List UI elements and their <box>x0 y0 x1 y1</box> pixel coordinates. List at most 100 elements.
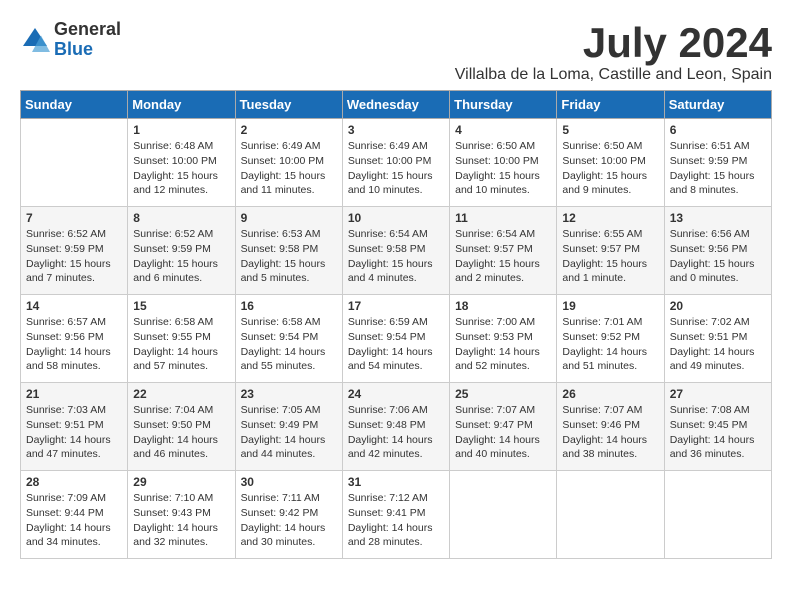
day-number: 4 <box>455 123 551 137</box>
day-number: 25 <box>455 387 551 401</box>
day-header-sunday: Sunday <box>21 91 128 119</box>
calendar-cell: 28Sunrise: 7:09 AM Sunset: 9:44 PM Dayli… <box>21 471 128 559</box>
day-info: Sunrise: 6:52 AM Sunset: 9:59 PM Dayligh… <box>26 227 122 286</box>
calendar-cell: 24 Sunrise: 7:06 AM Sunset: 9:48 PM Dayli… <box>342 383 449 471</box>
title-area: July 2024 Villalba de la Loma, Castille … <box>455 20 772 84</box>
day-number: 9 <box>241 211 337 225</box>
day-info: Sunrise: 7:00 AM Sunset: 9:53 PM Dayligh… <box>455 315 551 374</box>
logo-blue: Blue <box>54 40 121 60</box>
day-number: 2 <box>241 123 337 137</box>
page-header: General Blue July 2024 Villalba de la Lo… <box>20 20 772 84</box>
day-info: Sunrise: 7:06 AM Sunset: 9:48 PM Dayligh… <box>348 403 444 462</box>
day-number: 14 <box>26 299 122 313</box>
day-header-wednesday: Wednesday <box>342 91 449 119</box>
day-number: 1 <box>133 123 229 137</box>
calendar-table: SundayMondayTuesdayWednesdayThursdayFrid… <box>20 90 772 559</box>
day-info: Sunrise: 6:58 AM Sunset: 9:54 PM Dayligh… <box>241 315 337 374</box>
calendar-cell: 8Sunrise: 6:52 AM Sunset: 9:59 PM Daylig… <box>128 207 235 295</box>
calendar-cell: 30 Sunrise: 7:11 AM Sunset: 9:42 PM Dayli… <box>235 471 342 559</box>
day-number: 21 <box>26 387 122 401</box>
day-info: Sunrise: 6:56 AM Sunset: 9:56 PM Dayligh… <box>670 227 766 286</box>
day-info: Sunrise: 7:03 AM Sunset: 9:51 PM Dayligh… <box>26 403 122 462</box>
calendar-cell: 23 Sunrise: 7:05 AM Sunset: 9:49 PM Dayli… <box>235 383 342 471</box>
calendar-cell: 5Sunrise: 6:50 AM Sunset: 10:00 PM Dayli… <box>557 119 664 207</box>
calendar-cell <box>21 119 128 207</box>
calendar-header-row: SundayMondayTuesdayWednesdayThursdayFrid… <box>21 91 772 119</box>
calendar-cell: 20 Sunrise: 7:02 AM Sunset: 9:51 PM Dayli… <box>664 295 771 383</box>
day-number: 19 <box>562 299 658 313</box>
day-number: 30 <box>241 475 337 489</box>
calendar-body: 1 Sunrise: 6:48 AM Sunset: 10:00 PM Dayli… <box>21 119 772 559</box>
calendar-cell: 12 Sunrise: 6:55 AM Sunset: 9:57 PM Dayli… <box>557 207 664 295</box>
logo-icon <box>20 25 50 55</box>
calendar-cell: 15 Sunrise: 6:58 AM Sunset: 9:55 PM Dayli… <box>128 295 235 383</box>
calendar-cell: 18Sunrise: 7:00 AM Sunset: 9:53 PM Dayli… <box>450 295 557 383</box>
calendar-cell <box>450 471 557 559</box>
day-number: 5 <box>562 123 658 137</box>
day-info: Sunrise: 7:07 AM Sunset: 9:47 PM Dayligh… <box>455 403 551 462</box>
calendar-cell: 3 Sunrise: 6:49 AM Sunset: 10:00 PM Dayli… <box>342 119 449 207</box>
day-header-tuesday: Tuesday <box>235 91 342 119</box>
day-number: 27 <box>670 387 766 401</box>
calendar-cell: 10 Sunrise: 6:54 AM Sunset: 9:58 PM Dayli… <box>342 207 449 295</box>
day-number: 23 <box>241 387 337 401</box>
calendar-cell: 14 Sunrise: 6:57 AM Sunset: 9:56 PM Dayli… <box>21 295 128 383</box>
day-header-saturday: Saturday <box>664 91 771 119</box>
day-number: 3 <box>348 123 444 137</box>
day-number: 7 <box>26 211 122 225</box>
calendar-cell: 1 Sunrise: 6:48 AM Sunset: 10:00 PM Dayli… <box>128 119 235 207</box>
calendar-week-row: 1 Sunrise: 6:48 AM Sunset: 10:00 PM Dayli… <box>21 119 772 207</box>
day-info: Sunrise: 6:53 AM Sunset: 9:58 PM Dayligh… <box>241 227 337 286</box>
calendar-cell: 27 Sunrise: 7:08 AM Sunset: 9:45 PM Dayli… <box>664 383 771 471</box>
calendar-cell: 7 Sunrise: 6:52 AM Sunset: 9:59 PM Daylig… <box>21 207 128 295</box>
day-info: Sunrise: 6:57 AM Sunset: 9:56 PM Dayligh… <box>26 315 122 374</box>
day-info: Sunrise: 6:52 AM Sunset: 9:59 PM Dayligh… <box>133 227 229 286</box>
calendar-cell: 26Sunrise: 7:07 AM Sunset: 9:46 PM Dayli… <box>557 383 664 471</box>
day-number: 26 <box>562 387 658 401</box>
calendar-cell: 11Sunrise: 6:54 AM Sunset: 9:57 PM Dayli… <box>450 207 557 295</box>
calendar-cell: 4Sunrise: 6:50 AM Sunset: 10:00 PM Dayli… <box>450 119 557 207</box>
day-info: Sunrise: 6:58 AM Sunset: 9:55 PM Dayligh… <box>133 315 229 374</box>
day-info: Sunrise: 7:04 AM Sunset: 9:50 PM Dayligh… <box>133 403 229 462</box>
calendar-cell: 19Sunrise: 7:01 AM Sunset: 9:52 PM Dayli… <box>557 295 664 383</box>
day-info: Sunrise: 7:02 AM Sunset: 9:51 PM Dayligh… <box>670 315 766 374</box>
calendar-cell: 31Sunrise: 7:12 AM Sunset: 9:41 PM Dayli… <box>342 471 449 559</box>
location: Villalba de la Loma, Castille and Leon, … <box>455 66 772 84</box>
day-number: 10 <box>348 211 444 225</box>
day-header-friday: Friday <box>557 91 664 119</box>
calendar-week-row: 14 Sunrise: 6:57 AM Sunset: 9:56 PM Dayli… <box>21 295 772 383</box>
day-number: 22 <box>133 387 229 401</box>
day-info: Sunrise: 7:11 AM Sunset: 9:42 PM Dayligh… <box>241 491 337 550</box>
day-header-thursday: Thursday <box>450 91 557 119</box>
calendar-cell: 13Sunrise: 6:56 AM Sunset: 9:56 PM Dayli… <box>664 207 771 295</box>
calendar-week-row: 7 Sunrise: 6:52 AM Sunset: 9:59 PM Daylig… <box>21 207 772 295</box>
day-info: Sunrise: 6:54 AM Sunset: 9:58 PM Dayligh… <box>348 227 444 286</box>
calendar-cell <box>664 471 771 559</box>
day-info: Sunrise: 7:10 AM Sunset: 9:43 PM Dayligh… <box>133 491 229 550</box>
logo-general: General <box>54 20 121 40</box>
day-info: Sunrise: 6:54 AM Sunset: 9:57 PM Dayligh… <box>455 227 551 286</box>
calendar-cell: 29Sunrise: 7:10 AM Sunset: 9:43 PM Dayli… <box>128 471 235 559</box>
day-number: 20 <box>670 299 766 313</box>
logo-text: General Blue <box>54 20 121 60</box>
day-info: Sunrise: 6:49 AM Sunset: 10:00 PM Daylig… <box>348 139 444 198</box>
day-info: Sunrise: 7:09 AM Sunset: 9:44 PM Dayligh… <box>26 491 122 550</box>
calendar-cell: 9 Sunrise: 6:53 AM Sunset: 9:58 PM Daylig… <box>235 207 342 295</box>
logo: General Blue <box>20 20 121 60</box>
day-info: Sunrise: 7:05 AM Sunset: 9:49 PM Dayligh… <box>241 403 337 462</box>
day-info: Sunrise: 7:08 AM Sunset: 9:45 PM Dayligh… <box>670 403 766 462</box>
day-header-monday: Monday <box>128 91 235 119</box>
day-number: 24 <box>348 387 444 401</box>
calendar-cell <box>557 471 664 559</box>
calendar-cell: 25 Sunrise: 7:07 AM Sunset: 9:47 PM Dayli… <box>450 383 557 471</box>
day-info: Sunrise: 6:48 AM Sunset: 10:00 PM Daylig… <box>133 139 229 198</box>
day-number: 16 <box>241 299 337 313</box>
day-info: Sunrise: 6:55 AM Sunset: 9:57 PM Dayligh… <box>562 227 658 286</box>
day-info: Sunrise: 7:12 AM Sunset: 9:41 PM Dayligh… <box>348 491 444 550</box>
calendar-week-row: 28Sunrise: 7:09 AM Sunset: 9:44 PM Dayli… <box>21 471 772 559</box>
calendar-cell: 2Sunrise: 6:49 AM Sunset: 10:00 PM Dayli… <box>235 119 342 207</box>
day-number: 12 <box>562 211 658 225</box>
calendar-cell: 6Sunrise: 6:51 AM Sunset: 9:59 PM Daylig… <box>664 119 771 207</box>
calendar-week-row: 21 Sunrise: 7:03 AM Sunset: 9:51 PM Dayli… <box>21 383 772 471</box>
day-number: 15 <box>133 299 229 313</box>
